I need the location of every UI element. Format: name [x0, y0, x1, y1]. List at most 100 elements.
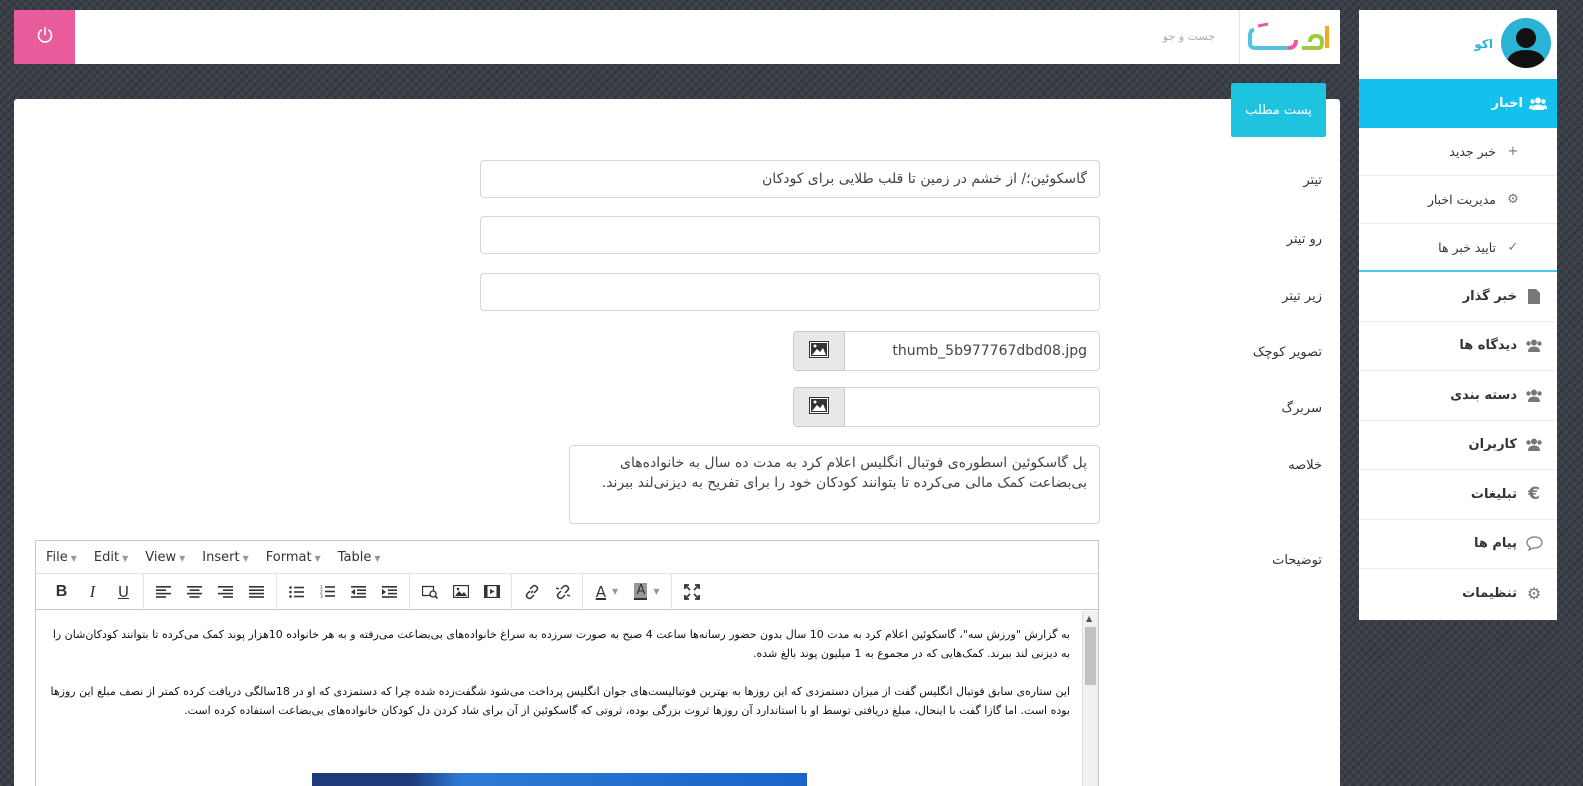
header-image-browse-button[interactable]: [793, 387, 845, 427]
caret-down-icon: ▼: [242, 553, 249, 563]
zirtitr-label: زیر تیتر: [1282, 289, 1322, 304]
thumb-browse-button[interactable]: [793, 331, 845, 371]
gear-icon: ⚙: [1507, 192, 1519, 207]
insert-video-icon[interactable]: [476, 578, 507, 606]
profile: اکو: [1359, 10, 1557, 79]
numbered-list-icon[interactable]: 123: [312, 578, 343, 606]
profile-name[interactable]: اکو: [1474, 37, 1493, 51]
align-left-icon[interactable]: [148, 578, 179, 606]
sidebar-item-news[interactable]: اخبار: [1359, 79, 1557, 128]
fullscreen-icon[interactable]: [676, 578, 707, 606]
check-icon: ✓: [1507, 239, 1519, 255]
sidebar-item-label: پیام ها: [1473, 536, 1517, 552]
scroll-thumb[interactable]: [1085, 627, 1096, 685]
insert-image-icon[interactable]: [445, 578, 476, 606]
zirtitr-input[interactable]: [480, 273, 1100, 311]
menu-label: Table: [337, 549, 372, 565]
users-icon: [1525, 389, 1543, 402]
svg-text:3: 3: [320, 594, 323, 598]
top-bar: جست و جو: [14, 10, 1340, 64]
file-icon: [1525, 288, 1543, 304]
align-center-icon[interactable]: [179, 578, 210, 606]
editor-menubar: File ▼ Edit ▼ View ▼ Insert ▼ Format ▼ Table ▼: [36, 541, 1098, 574]
chat-icon: [1525, 536, 1543, 552]
sidebar-item-label: دسته بندی: [1450, 387, 1517, 403]
sidebar-subitem-label: مدیریت اخبار: [1427, 192, 1496, 207]
caret-down-icon: ▼: [179, 553, 186, 563]
link-icon[interactable]: [516, 578, 547, 606]
sidebar-subitem-label: خبر جدید: [1449, 144, 1496, 159]
caret-down-icon: ▼: [70, 553, 77, 563]
sidebar-item-settings[interactable]: ⚙ تنظیمات: [1359, 569, 1557, 619]
image-icon: [809, 340, 829, 362]
menu-edit[interactable]: Edit ▼: [94, 550, 128, 565]
header-image-file-input[interactable]: [844, 387, 1100, 427]
article-image: [312, 773, 807, 786]
format-group: B I U: [42, 573, 144, 610]
image-icon: [809, 396, 829, 418]
rich-text-editor: File ▼ Edit ▼ View ▼ Insert ▼ Format ▼ Table ▼…: [35, 540, 1099, 786]
underline-button[interactable]: U: [108, 578, 139, 606]
caret-down-icon: ▼: [612, 587, 619, 596]
caret-down-icon: ▼: [314, 553, 321, 563]
sidebar-item-users[interactable]: کاربران: [1359, 421, 1557, 470]
users-icon: [1529, 97, 1547, 110]
sidebar: اکو اخبار + خبر جدید ⚙ مدیریت اخبار ✓ تا…: [1359, 10, 1557, 620]
thumb-file-input[interactable]: thumb_5b977767dbd08.jpg: [844, 331, 1100, 371]
header-image-label: سربرگ: [1281, 401, 1323, 416]
sidebar-item-categories[interactable]: دسته بندی: [1359, 371, 1557, 421]
outdent-icon[interactable]: [343, 578, 374, 606]
description-label: توضیحات: [1272, 553, 1322, 568]
sidebar-item-messages[interactable]: پیام ها: [1359, 520, 1557, 569]
align-right-icon[interactable]: [210, 578, 241, 606]
list-group: 123: [277, 573, 410, 610]
sidebar-subitem-new-news[interactable]: + خبر جدید: [1359, 128, 1557, 176]
users-icon: [1525, 339, 1543, 353]
thumb-label: تصویر کوچک: [1252, 345, 1322, 360]
sidebar-subitem-manage-news[interactable]: ⚙ مدیریت اخبار: [1359, 176, 1557, 224]
background-color-icon[interactable]: A ▼: [627, 578, 667, 606]
sidebar-subitem-label: تایید خبر ها: [1438, 239, 1496, 255]
search-media-icon[interactable]: [414, 578, 445, 606]
editor-paragraph: به گزارش "ورزش سه"، گاسکوئین اعلام کرد ب…: [52, 628, 1070, 660]
bold-button[interactable]: B: [46, 578, 77, 606]
summary-textarea[interactable]: پل گاسکوئین اسطوره‌ی فوتبال انگلیس اعلام…: [569, 445, 1100, 524]
euro-icon: €: [1528, 484, 1540, 505]
editor-content[interactable]: به گزارش "ورزش سه"، گاسکوئین اعلام کرد ب…: [36, 611, 1082, 786]
sidebar-item-comments[interactable]: دیدگاه ها: [1359, 322, 1557, 371]
tab-post-article[interactable]: پست مطلب: [1231, 83, 1326, 137]
menu-view[interactable]: View ▼: [145, 550, 185, 565]
users-icon: [1525, 438, 1543, 452]
sidebar-subitem-approve-news[interactable]: ✓ تایید خبر ها: [1359, 224, 1557, 272]
align-group: [144, 573, 277, 610]
unlink-icon[interactable]: [547, 578, 578, 606]
search-input[interactable]: جست و جو: [1163, 30, 1215, 43]
text-color-icon[interactable]: A ▼: [587, 578, 627, 606]
caret-down-icon: ▼: [653, 587, 660, 596]
power-button[interactable]: [14, 10, 75, 64]
sidebar-item-label: تبلیغات: [1470, 486, 1517, 502]
title-input[interactable]: گاسکوئین؛/ از خشم در زمین تا قلب طلایی ب…: [480, 160, 1100, 198]
sidebar-item-label: کاربران: [1468, 437, 1517, 453]
sidebar-item-reporter[interactable]: خبر گذار: [1359, 272, 1557, 322]
indent-icon[interactable]: [374, 578, 405, 606]
menu-table[interactable]: Table ▼: [338, 550, 381, 565]
align-justify-icon[interactable]: [241, 578, 272, 606]
sidebar-item-ads[interactable]: € تبلیغات: [1359, 470, 1557, 520]
scroll-up-icon[interactable]: ▲: [1086, 614, 1092, 623]
menu-label: Edit: [93, 549, 120, 565]
italic-button[interactable]: I: [77, 578, 108, 606]
editor-scrollbar[interactable]: ▲: [1082, 611, 1098, 786]
editor-toolbar: B I U 123 A ▼ A ▼: [36, 573, 1098, 610]
cog-icon: ⚙: [1526, 584, 1542, 604]
menu-file[interactable]: File ▼: [46, 550, 77, 565]
bullet-list-icon[interactable]: [281, 578, 312, 606]
menu-label: Format: [265, 549, 312, 565]
menu-insert[interactable]: Insert ▼: [202, 550, 248, 565]
logo-divider: [1239, 10, 1240, 64]
color-group: A ▼ A ▼: [583, 573, 672, 610]
menu-format[interactable]: Format ▼: [266, 550, 321, 565]
avatar[interactable]: [1501, 18, 1551, 68]
link-group: [512, 573, 583, 610]
rotitr-input[interactable]: [480, 216, 1100, 254]
